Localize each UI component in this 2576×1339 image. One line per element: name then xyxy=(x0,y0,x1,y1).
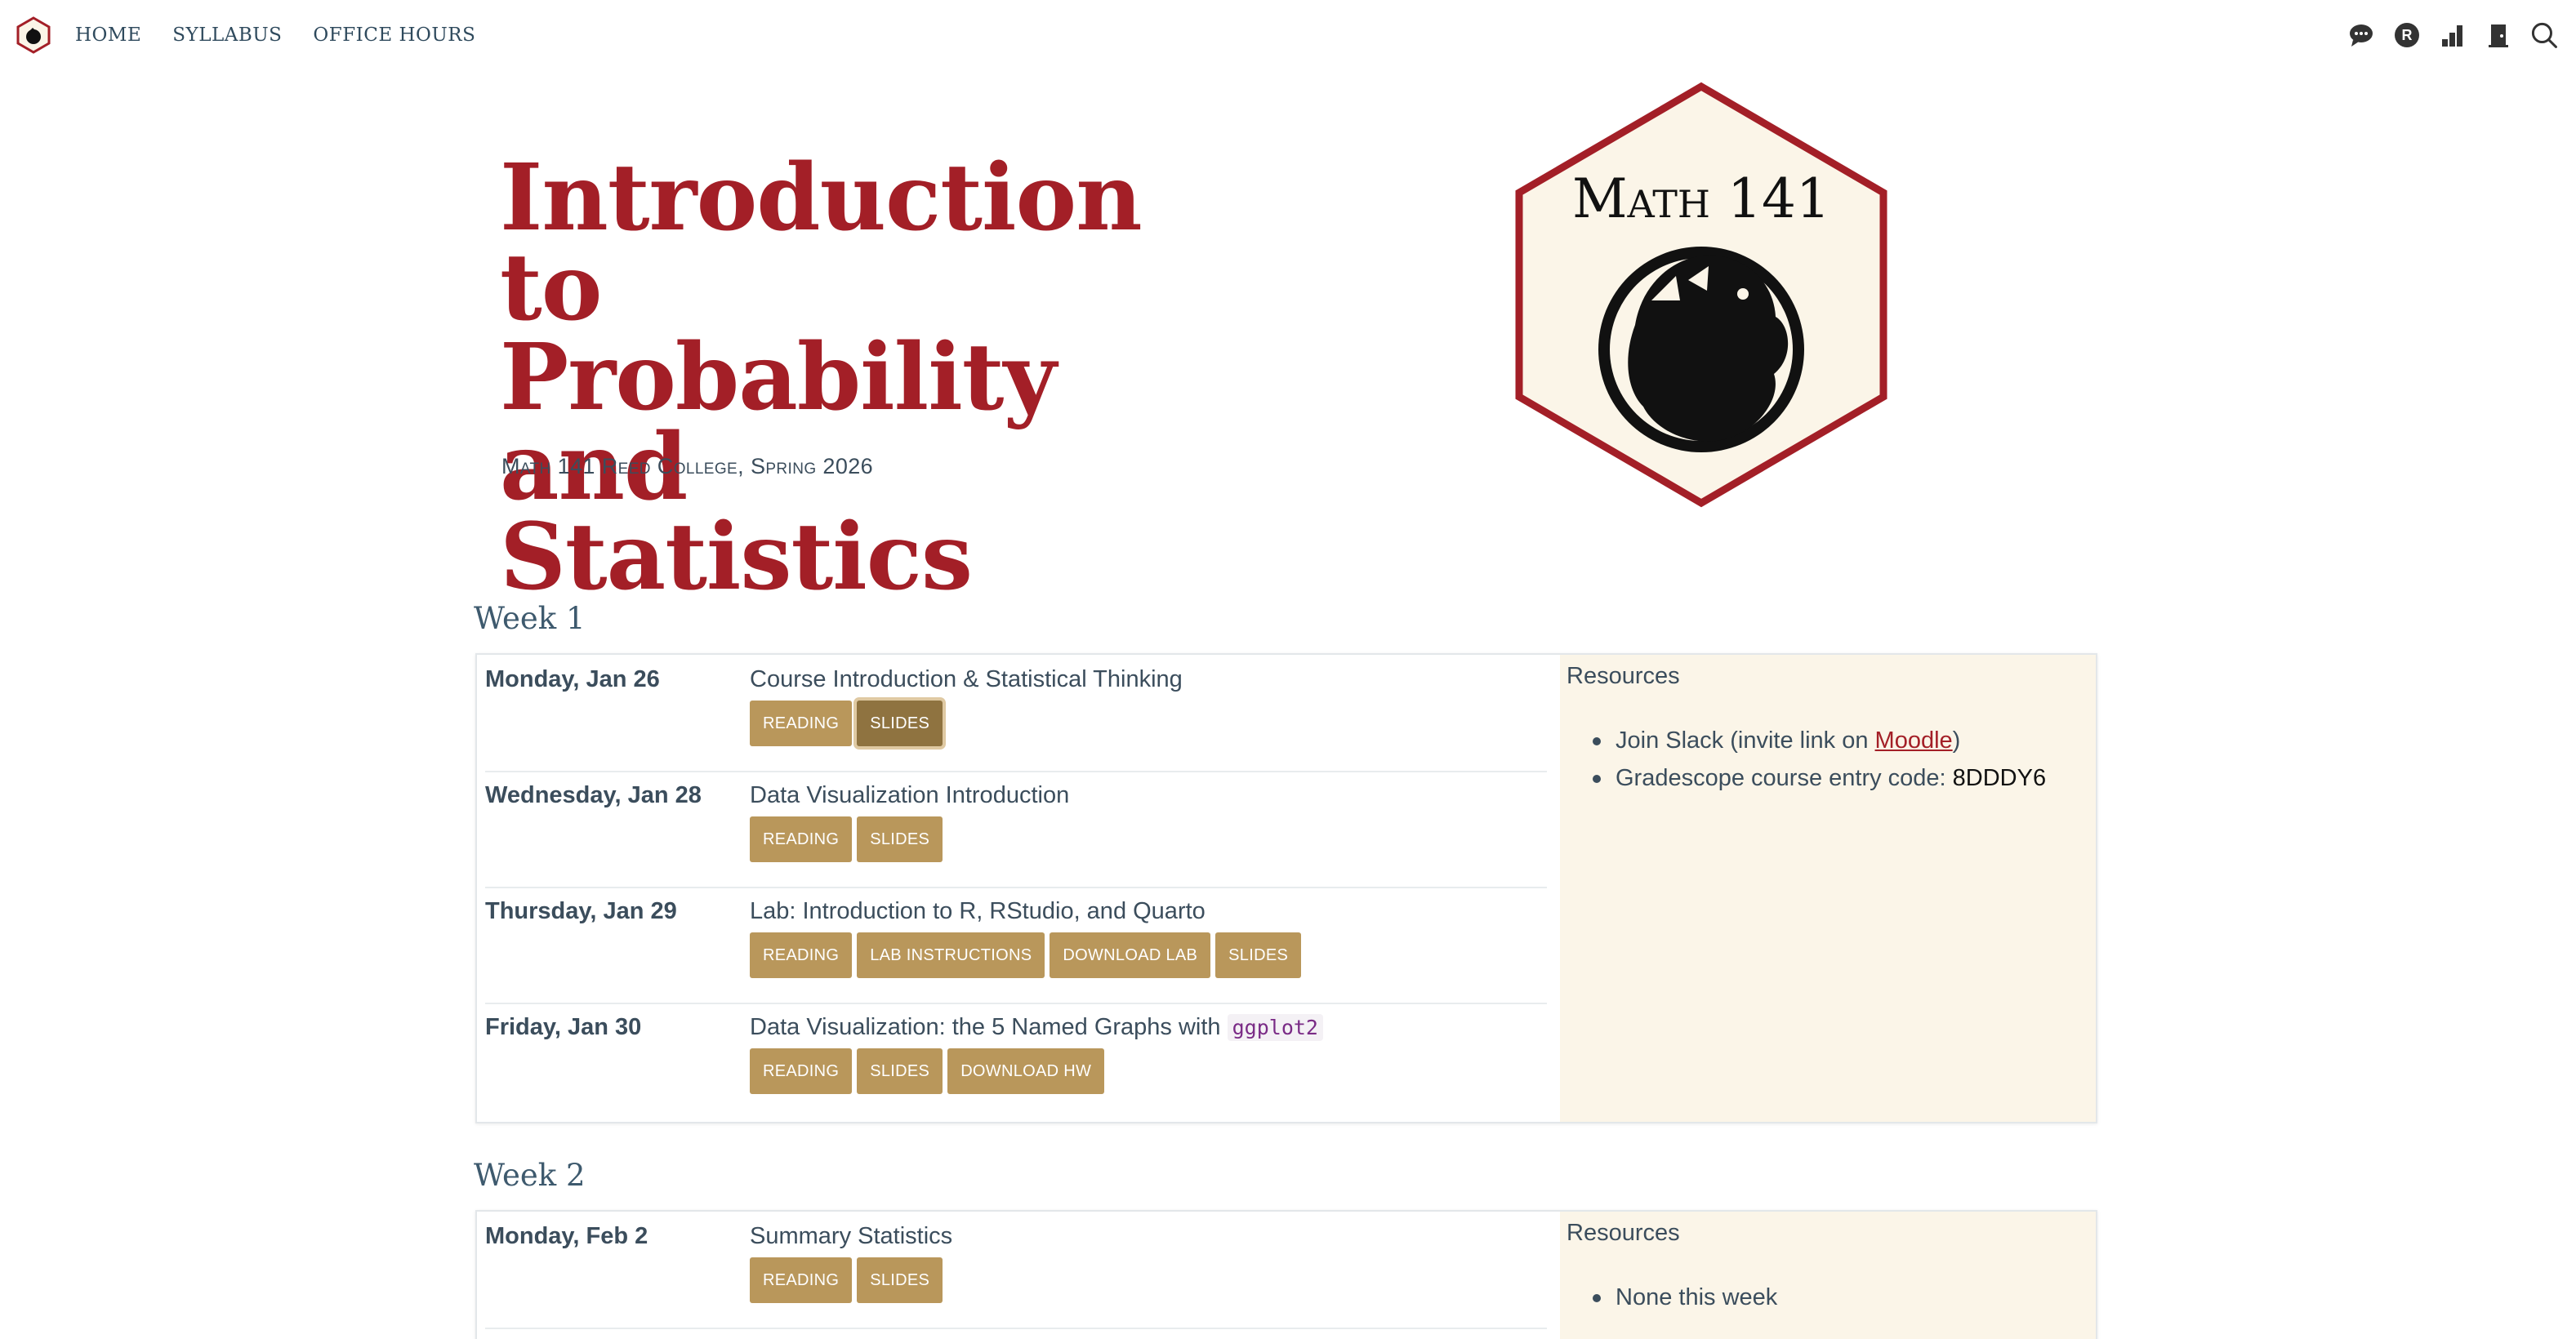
session-title: Course Introduction & Statistical Thinki… xyxy=(750,666,1183,692)
session-buttons: READING SLIDES xyxy=(750,816,943,862)
resource-item-slack: Join Slack (invite link on Moodle) xyxy=(1593,722,2046,759)
title-line-2: Probability and xyxy=(500,324,1057,521)
session-row: Monday, Jan 26 Course Introduction & Sta… xyxy=(477,655,1547,771)
resource-text: ) xyxy=(1952,727,1961,754)
week-1-panel: Monday, Jan 26 Course Introduction & Sta… xyxy=(475,653,2097,1123)
resources-title: Resources xyxy=(1567,1220,1680,1246)
session-row: Friday, Jan 30 Data Visualization: the 5… xyxy=(477,1003,1547,1119)
resources-title: Resources xyxy=(1567,663,1680,689)
nav-office-hours[interactable]: OFFICE HOURS xyxy=(313,24,475,46)
door-icon[interactable] xyxy=(2485,21,2512,49)
resource-text: Join Slack (invite link on xyxy=(1616,727,1875,754)
reading-button[interactable]: READING xyxy=(750,1257,853,1303)
title-line-1: Introduction to xyxy=(500,145,1143,341)
week-1-sessions: Monday, Jan 26 Course Introduction & Sta… xyxy=(477,655,1555,1122)
nav-home[interactable]: HOME xyxy=(75,24,141,46)
session-date: Wednesday, Jan 28 xyxy=(485,782,702,808)
resources-list: Join Slack (invite link on Moodle) Grade… xyxy=(1593,722,2046,797)
reading-button[interactable]: READING xyxy=(750,816,853,862)
session-title: Lab: Introduction to R, RStudio, and Qua… xyxy=(750,898,1206,924)
session-title: Data Visualization: the 5 Named Graphs w… xyxy=(750,1014,1323,1041)
slides-button[interactable]: SLIDES xyxy=(857,1257,943,1303)
nav-syllabus[interactable]: SYLLABUS xyxy=(172,24,282,46)
session-title-text: Data Visualization: the 5 Named Graphs w… xyxy=(750,1014,1221,1040)
download-lab-button[interactable]: DOWNLOAD LAB xyxy=(1050,932,1211,978)
week-2-resources: Resources None this week xyxy=(1560,1212,2096,1339)
lab-instructions-button[interactable]: LAB INSTRUCTIONS xyxy=(857,932,1045,978)
week-1-resources: Resources Join Slack (invite link on Moo… xyxy=(1560,655,2096,1122)
chat-bubble-icon[interactable] xyxy=(2347,21,2375,49)
bar-chart-icon[interactable] xyxy=(2439,21,2467,49)
session-title: Summary Statistics xyxy=(750,1223,953,1249)
reading-button[interactable]: READING xyxy=(750,1048,853,1094)
session-buttons: READING SLIDES xyxy=(750,701,943,746)
svg-text:R: R xyxy=(2402,27,2413,43)
gradescope-code: 8DDDY6 xyxy=(1952,765,2047,791)
navbar: HOME SYLLABUS OFFICE HOURS R xyxy=(0,0,2576,70)
session-date: Monday, Feb 2 xyxy=(485,1223,648,1249)
session-row: Monday, Feb 2 Summary Statistics READING… xyxy=(477,1212,1547,1328)
download-hw-button[interactable]: DOWNLOAD HW xyxy=(947,1048,1105,1094)
session-title: Data Visualization Introduction xyxy=(750,782,1070,808)
page-subtitle: Math 141 Reed College, Spring 2026 xyxy=(501,454,874,478)
page-title: Introduction to Probability and Statisti… xyxy=(500,153,1235,603)
session-buttons: READING SLIDES xyxy=(750,1257,943,1303)
reed-griffin-hex-icon[interactable] xyxy=(15,16,52,54)
session-date: Friday, Jan 30 xyxy=(485,1014,642,1040)
week-1-title: Week 1 xyxy=(474,601,586,636)
resource-text: None this week xyxy=(1616,1284,1778,1310)
session-date: Thursday, Jan 29 xyxy=(485,898,677,924)
resource-text: Gradescope course entry code: xyxy=(1616,765,1953,791)
session-buttons: READING LAB INSTRUCTIONS DOWNLOAD LAB SL… xyxy=(750,932,1302,978)
hex-logo-text: Math 141 xyxy=(1572,167,1830,230)
session-date: Monday, Jan 26 xyxy=(485,666,660,692)
slides-button[interactable]: SLIDES xyxy=(857,701,943,746)
reading-button[interactable]: READING xyxy=(750,932,853,978)
nav-icons: R xyxy=(2347,0,2558,70)
week-2-sessions: Monday, Feb 2 Summary Statistics READING… xyxy=(477,1212,1555,1339)
slides-button[interactable]: SLIDES xyxy=(1215,932,1302,978)
resource-item-none: None this week xyxy=(1593,1279,1777,1316)
moodle-link[interactable]: Moodle xyxy=(1875,727,1953,754)
search-icon[interactable] xyxy=(2530,21,2558,49)
title-line-3: Statistics xyxy=(500,504,973,611)
session-title-code: ggplot2 xyxy=(1227,1014,1323,1041)
course-hex-logo: Math 141 xyxy=(1513,80,1890,509)
session-buttons: READING SLIDES DOWNLOAD HW xyxy=(750,1048,1105,1094)
nav-links: HOME SYLLABUS OFFICE HOURS xyxy=(75,0,475,70)
reading-button[interactable]: READING xyxy=(750,701,853,746)
session-row: Thursday, Jan 29 Lab: Introduction to R,… xyxy=(477,887,1547,1003)
session-row: Wednesday, Jan 28 Data Visualization Int… xyxy=(477,771,1547,887)
r-circle-icon[interactable]: R xyxy=(2393,21,2421,49)
resource-item-gradescope: Gradescope course entry code: 8DDDY6 xyxy=(1593,759,2046,797)
resources-list: None this week xyxy=(1593,1279,1777,1316)
slides-button[interactable]: SLIDES xyxy=(857,1048,943,1094)
slides-button[interactable]: SLIDES xyxy=(857,816,943,862)
griffin-emblem-icon xyxy=(1598,247,1804,452)
week-2-panel: Monday, Feb 2 Summary Statistics READING… xyxy=(475,1210,2097,1339)
divider xyxy=(485,1328,1547,1329)
week-2-title: Week 2 xyxy=(474,1158,586,1193)
